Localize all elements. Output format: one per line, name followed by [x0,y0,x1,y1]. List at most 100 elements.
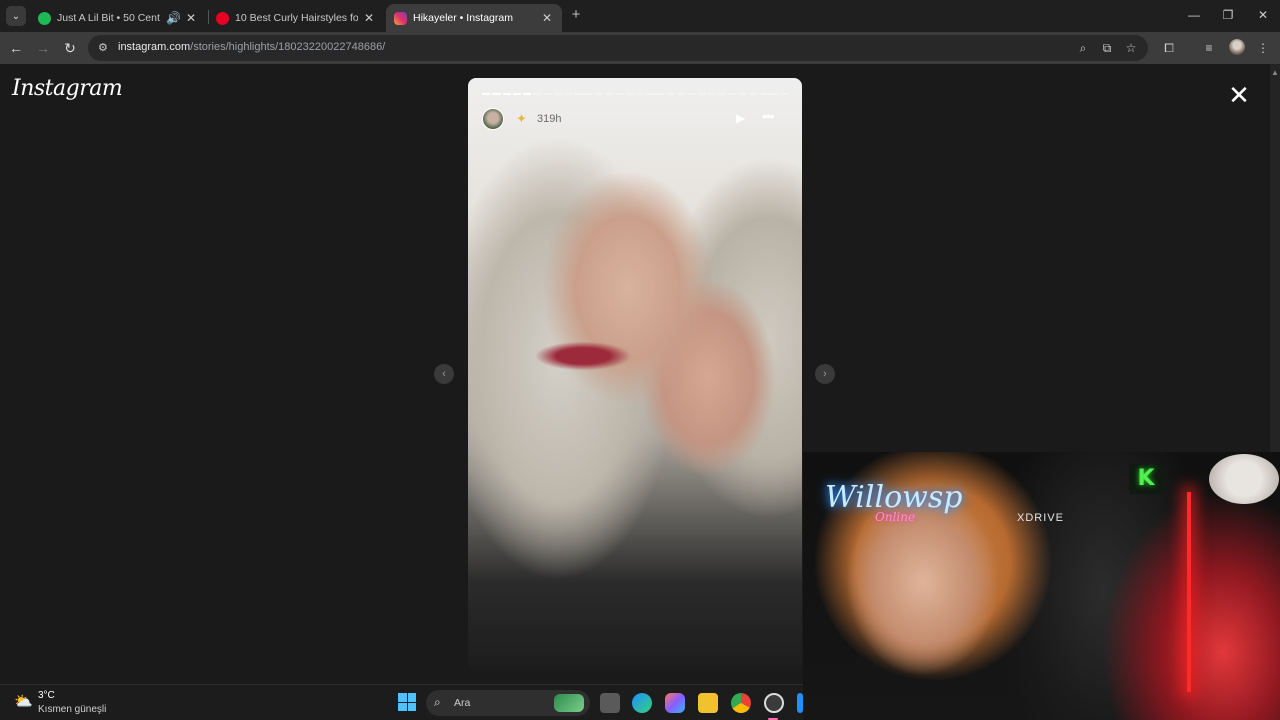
tab-instagram[interactable]: Hikayeler • Instagram ✕ [386,4,562,32]
cast-icon[interactable]: ⧉ [1098,39,1116,57]
instagram-logo[interactable]: Instagram [12,76,123,101]
red-light-bar [1187,492,1191,692]
progress-segment [635,93,645,95]
chrome-icon[interactable] [731,693,751,713]
tab-search-button[interactable]: ⌄ [6,6,26,26]
taskbar-search[interactable]: ⌕ Ara [426,690,590,716]
new-tab-button[interactable]: + [567,6,585,24]
url-text[interactable]: instagram.com/stories/highlights/1802322… [118,41,385,53]
profile-avatar[interactable] [1229,39,1245,55]
progress-segment [677,93,686,95]
bookmark-star-icon[interactable]: ☆ [1122,39,1140,57]
tab-spotify[interactable]: Just A Lil Bit • 50 Cent 🔊 ✕ [30,4,206,32]
progress-segment [728,93,737,95]
close-tab-icon[interactable]: ✕ [540,11,554,25]
minimize-icon[interactable]: — [1182,5,1206,25]
tab-strip: ⌄ Just A Lil Bit • 50 Cent 🔊 ✕ 10 Best C… [0,0,1280,32]
menu-kebab-icon[interactable]: ⋮ [1254,39,1272,57]
progress-segment [523,93,532,95]
extensions-icon[interactable]: ⧠ [1160,39,1178,57]
spotify-icon [38,11,51,25]
progress-segment [502,93,511,95]
tab-pinterest[interactable]: 10 Best Curly Hairstyles for Men ✕ [208,4,384,32]
progress-segment [574,93,583,95]
progress-segment [492,93,501,95]
scroll-up-arrow-icon[interactable]: ▲ [1271,68,1279,77]
progress-segment [584,93,593,95]
restore-icon[interactable]: ❐ [1216,5,1240,25]
progress-segment [769,93,778,95]
progress-segment [564,93,573,95]
windows-taskbar: ⛅ 3°C Kısmen güneşli ⌕ Ara [0,684,803,720]
tab-title: Hikayeler • Instagram [413,12,513,24]
chevron-right-icon: › [823,368,827,380]
file-explorer-icon[interactable] [698,693,718,713]
progress-segment [533,93,542,95]
browser-toolbar: ← → ↻ ⚙ instagram.com/stories/highlights… [0,32,1280,64]
avatar[interactable] [482,108,504,130]
search-highlight-image [554,694,584,712]
edge-icon[interactable] [632,693,652,713]
previous-story-button[interactable]: ‹ [434,364,454,384]
progress-segment [687,93,696,95]
forward-icon[interactable]: → [33,38,53,58]
progress-segment [646,93,655,95]
next-story-button[interactable]: › [815,364,835,384]
windows-start-icon[interactable] [398,693,416,711]
chevron-left-icon: ‹ [442,368,446,380]
close-icon[interactable]: ✕ [1226,82,1252,108]
search-placeholder: Ara [454,697,471,709]
progress-segment [625,93,634,95]
sparkle-icon: ✦ [516,111,527,126]
progress-segment [718,93,727,95]
progress-segment [759,93,768,95]
progress-segment [553,93,563,95]
progress-segment [482,93,491,95]
progress-segment [748,93,758,95]
progress-segment [666,93,676,95]
play-icon[interactable]: ▶ [736,111,750,125]
progress-segment [656,93,665,95]
progress-segment [779,93,788,95]
close-tab-icon[interactable]: ✕ [184,11,198,25]
instagram-icon [394,11,407,25]
back-icon[interactable]: ← [6,38,26,58]
pinterest-icon [216,11,229,25]
copilot-icon[interactable] [665,693,685,713]
weather-partly-sunny-icon[interactable]: ⛅ [14,693,34,711]
progress-segment [738,93,747,95]
progress-segment [594,93,604,95]
more-options-icon[interactable]: ••• [762,109,782,125]
more-apps-icon[interactable] [797,693,803,713]
story-card[interactable]: ✦ 319h ▶ ••• [468,78,802,672]
neon-sign-subtext: Online [875,510,916,524]
address-bar[interactable]: ⚙ instagram.com/stories/highlights/18023… [88,35,1148,61]
progress-segment [543,93,552,95]
obs-icon[interactable] [764,693,784,713]
progress-segment [615,93,624,95]
progress-segment [605,93,614,95]
zoom-icon[interactable]: ⌕ [1074,39,1092,57]
progress-segment [512,93,522,95]
decor-fluff [1209,454,1279,504]
k-logo-badge: K [1129,464,1163,494]
progress-segment [707,93,717,95]
tab-title: 10 Best Curly Hairstyles for Men [235,12,358,24]
progress-segment [697,93,706,95]
task-view-icon[interactable] [600,693,620,713]
search-icon: ⌕ [434,695,441,709]
close-window-icon[interactable]: ✕ [1251,5,1275,25]
reload-icon[interactable]: ↻ [60,38,80,58]
speaker-icon[interactable]: 🔊 [166,11,181,25]
chevron-down-icon: ⌄ [11,10,21,22]
webcam-overlay: Willowsp Online K XDRIVE [803,452,1280,720]
close-tab-icon[interactable]: ✕ [362,11,376,25]
tab-title: Just A Lil Bit • 50 Cent [57,12,160,24]
story-progress-bar [482,93,788,95]
weather-temperature[interactable]: 3°C [38,690,55,701]
media-controls-icon[interactable]: ≡ [1200,39,1218,57]
weather-condition[interactable]: Kısmen güneşli [38,704,106,715]
story-timestamp: 319h [537,113,562,125]
chair-brand-text: XDRIVE [1017,512,1064,524]
site-settings-icon[interactable]: ⚙ [98,41,112,55]
